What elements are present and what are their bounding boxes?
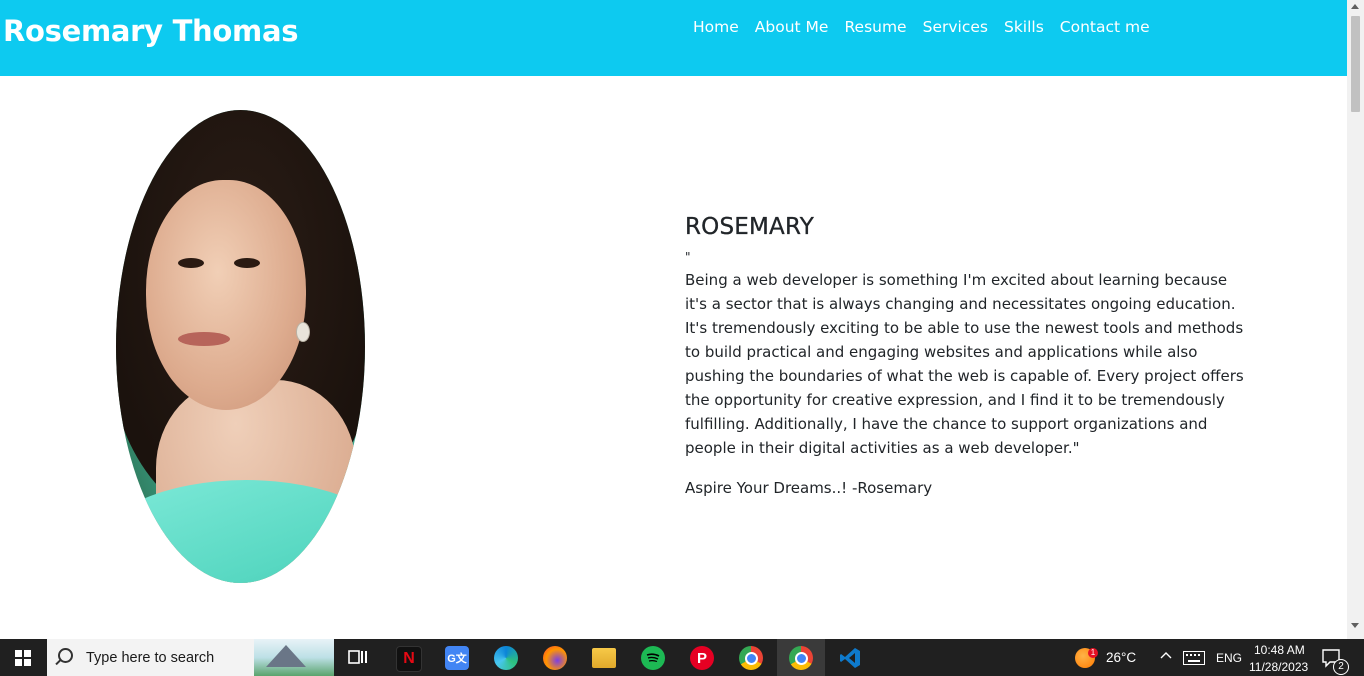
about-heading: ROSEMARY: [685, 214, 814, 240]
about-tagline: Aspire Your Dreams..! -Rosemary: [685, 479, 933, 497]
file-explorer-icon[interactable]: [592, 648, 616, 668]
weather-temperature[interactable]: 26°C: [1106, 650, 1136, 665]
task-view-icon[interactable]: [346, 646, 370, 670]
nav-link-contact[interactable]: Contact me: [1052, 16, 1158, 38]
search-icon: [58, 648, 73, 663]
profile-photo: [116, 110, 365, 583]
windows-logo-icon: [15, 649, 31, 666]
spotify-icon[interactable]: [641, 646, 665, 670]
scroll-down-arrow-icon[interactable]: [1351, 623, 1359, 628]
about-section: ROSEMARY " Being a web developer is some…: [685, 212, 1245, 500]
nav-link-home[interactable]: Home: [693, 16, 747, 38]
top-navbar: Rosemary Thomas Home About Me Resume Ser…: [0, 0, 1347, 76]
search-placeholder: Type here to search: [86, 650, 215, 666]
chevron-up-icon[interactable]: [1160, 649, 1172, 663]
nav-links: Home About Me Resume Services Skills Con…: [693, 16, 1158, 38]
windows-taskbar: Type here to search N G文 P 1 26°C ENG 10…: [0, 639, 1364, 676]
nav-link-services[interactable]: Services: [915, 16, 996, 38]
google-translate-icon[interactable]: G文: [445, 646, 469, 670]
taskbar-search-box[interactable]: Type here to search: [47, 639, 334, 676]
scroll-up-arrow-icon[interactable]: [1351, 4, 1359, 9]
language-indicator[interactable]: ENG: [1216, 651, 1242, 665]
edge-icon[interactable]: [494, 646, 518, 670]
nav-link-resume[interactable]: Resume: [836, 16, 914, 38]
opening-quote: ": [685, 250, 691, 264]
clock-time[interactable]: 10:48 AM: [1254, 643, 1305, 657]
notification-count: 2: [1333, 659, 1349, 675]
site-brand[interactable]: Rosemary Thomas: [3, 14, 298, 48]
clock-date[interactable]: 11/28/2023: [1249, 660, 1308, 674]
firefox-icon[interactable]: [543, 646, 567, 670]
pinterest-icon[interactable]: P: [690, 646, 714, 670]
search-highlight-image: [254, 639, 334, 676]
keyboard-icon[interactable]: [1183, 651, 1205, 670]
chrome-icon[interactable]: [739, 646, 763, 670]
weather-badge: 1: [1088, 648, 1098, 658]
nav-link-about[interactable]: About Me: [747, 16, 837, 38]
vscode-icon[interactable]: [838, 646, 862, 670]
chrome-profile-icon[interactable]: [789, 646, 813, 670]
netflix-icon[interactable]: N: [396, 646, 422, 672]
page-scrollbar[interactable]: [1347, 0, 1364, 639]
about-paragraph: Being a web developer is something I'm e…: [685, 271, 1244, 457]
nav-link-skills[interactable]: Skills: [996, 16, 1052, 38]
start-button[interactable]: [0, 639, 46, 676]
scroll-thumb[interactable]: [1351, 16, 1360, 112]
